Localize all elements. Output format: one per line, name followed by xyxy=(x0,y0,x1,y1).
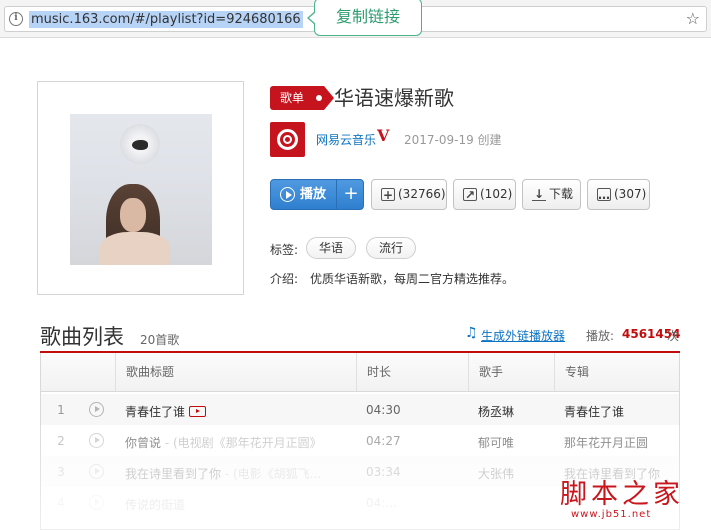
song-list-title: 歌曲列表 xyxy=(40,325,124,349)
column-title: 歌曲标题 xyxy=(115,353,356,391)
track-duration: 04:... xyxy=(366,496,397,510)
tag-pop[interactable]: 流行 xyxy=(366,237,416,259)
add-to-queue-button[interactable]: + xyxy=(338,180,364,209)
verified-badge-icon: V xyxy=(377,126,390,145)
creator-avatar[interactable] xyxy=(270,122,305,157)
track-duration: 03:34 xyxy=(366,465,401,479)
playlist-tag: 歌单 xyxy=(270,86,334,110)
track-album[interactable]: 青春住了谁 xyxy=(564,403,674,420)
play-count-label: 播放: xyxy=(586,329,615,343)
track-title[interactable]: 你曾说 - (电视剧《那年花开月正圆》 xyxy=(125,434,345,451)
intro-text: 优质华语新歌，每周二官方精选推荐。 xyxy=(310,272,515,286)
column-artist: 歌手 xyxy=(468,353,554,391)
cover-image xyxy=(70,114,212,265)
music-note-icon: ♫ xyxy=(465,325,478,341)
play-track-icon[interactable] xyxy=(89,402,104,417)
track-album[interactable]: 那年花开月正圆 xyxy=(564,434,674,451)
intro-label: 介绍: xyxy=(270,272,299,286)
external-player-link[interactable]: 生成外链播放器 xyxy=(481,327,565,344)
mv-icon[interactable] xyxy=(189,406,207,417)
download-button[interactable]: ↓ 下载 xyxy=(522,179,581,210)
track-artist[interactable]: 郁可唯 xyxy=(478,434,514,451)
tags-label: 标签: xyxy=(270,243,299,257)
site-watermark: 脚本之家 xyxy=(560,479,684,510)
site-watermark-url: www.jb51.net xyxy=(571,509,652,520)
share-icon: ↗ xyxy=(463,188,477,202)
favorite-button[interactable]: + (32766) xyxy=(371,179,447,210)
column-album: 专辑 xyxy=(554,353,679,391)
tag-chinese[interactable]: 华语 xyxy=(306,237,356,259)
favorite-count: (32766) xyxy=(398,187,446,201)
track-title[interactable]: 青春住了谁 xyxy=(125,403,345,420)
track-duration: 04:30 xyxy=(366,403,401,417)
url-text[interactable]: music.163.com/#/playlist?id=924680166 xyxy=(29,11,303,28)
play-all-button[interactable]: 播放 xyxy=(271,180,337,209)
comment-count: (307) xyxy=(614,187,647,201)
song-count: 20首歌 xyxy=(140,333,180,347)
track-title[interactable]: 我在诗里看到了你 - (电影《胡狐飞... xyxy=(125,465,345,482)
copy-link-callout: 复制链接 xyxy=(307,0,422,36)
info-icon[interactable]: i xyxy=(9,12,23,26)
comment-icon: … xyxy=(597,188,611,202)
play-count-unit: 次 xyxy=(667,329,680,343)
track-number: 1 xyxy=(57,403,65,417)
track-artist[interactable]: 杨丞琳 xyxy=(478,403,514,420)
track-artist[interactable]: 大张伟 xyxy=(478,465,514,482)
table-row[interactable]: 1 青春住了谁 04:30 杨丞琳 青春住了谁 xyxy=(41,394,679,425)
download-label: 下载 xyxy=(549,187,574,201)
share-button[interactable]: ↗ (102) xyxy=(453,179,516,210)
play-label: 播放 xyxy=(300,187,327,202)
bookmark-star-icon[interactable]: ☆ xyxy=(686,9,700,28)
column-duration: 时长 xyxy=(356,353,468,391)
playlist-tag-label: 歌单 xyxy=(280,91,305,105)
browser-toolbar: i music.163.com/#/playlist?id=924680166 … xyxy=(0,0,711,38)
track-duration: 04:27 xyxy=(366,434,401,448)
play-track-icon[interactable] xyxy=(89,495,104,510)
download-icon: ↓ xyxy=(532,187,546,201)
playlist-title: 华语速爆新歌 xyxy=(334,86,454,110)
playlist-cover[interactable] xyxy=(37,81,244,295)
track-number: 2 xyxy=(57,434,65,448)
play-button[interactable]: 播放 + xyxy=(270,179,364,210)
table-row[interactable]: 2 你曾说 - (电视剧《那年花开月正圆》 04:27 郁可唯 那年花开月正圆 xyxy=(41,425,679,456)
track-number: 3 xyxy=(57,465,65,479)
creator-name-link[interactable]: 网易云音乐 xyxy=(316,131,376,148)
table-header: 歌曲标题 时长 歌手 专辑 xyxy=(41,353,679,392)
create-date: 2017-09-19 创建 xyxy=(404,133,502,147)
collect-icon: + xyxy=(381,188,395,202)
play-track-icon[interactable] xyxy=(89,464,104,479)
comment-button[interactable]: … (307) xyxy=(587,179,650,210)
track-number: 4 xyxy=(57,496,65,510)
track-title[interactable]: 传说的街道 xyxy=(125,496,345,513)
play-track-icon[interactable] xyxy=(89,433,104,448)
share-count: (102) xyxy=(480,187,513,201)
